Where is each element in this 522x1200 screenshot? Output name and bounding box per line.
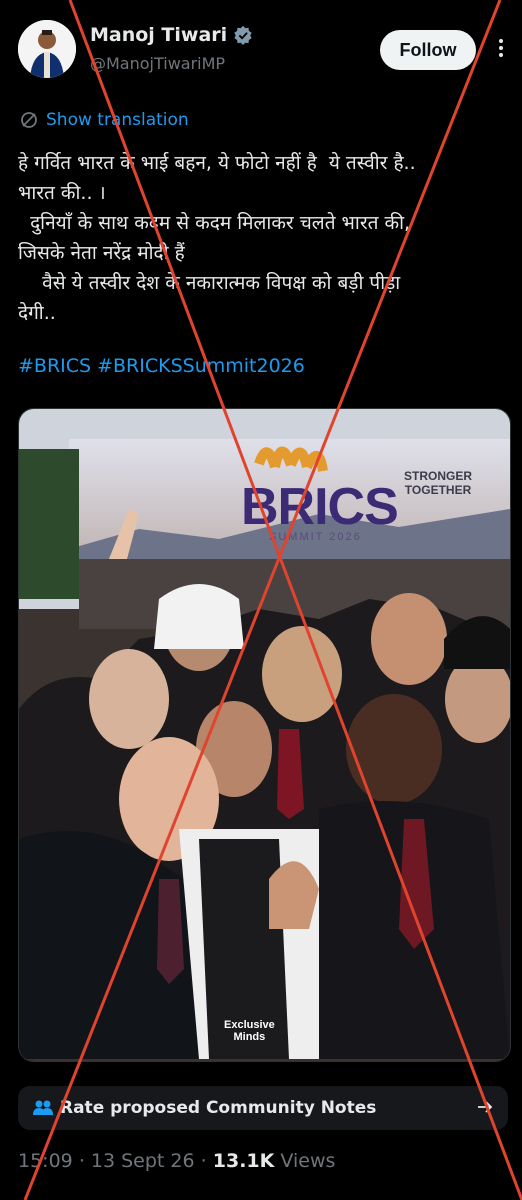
tweet-photo[interactable]: BRICS SUMMIT 2026 STRONGER TOGETHER Excl… bbox=[18, 408, 511, 1062]
hashtag-bricks-summit[interactable]: #BRICKSSummit2026 bbox=[97, 355, 305, 377]
meta-separator-2: · bbox=[200, 1150, 207, 1172]
community-notes-label[interactable]: Rate proposed Community Notes bbox=[60, 1098, 376, 1118]
people-icon bbox=[33, 1100, 53, 1115]
hashtag-list: #BRICS #BRICKSSummit2026 bbox=[18, 355, 311, 377]
show-translation-link[interactable]: Show translation bbox=[20, 110, 189, 130]
community-notes-button[interactable]: Rate proposed Community Notes bbox=[18, 1086, 508, 1130]
hashtag-brics[interactable]: #BRICS bbox=[18, 355, 91, 377]
verified-badge-icon bbox=[234, 25, 252, 45]
follow-button[interactable]: Follow bbox=[380, 30, 476, 70]
banner-brics-logo: BRICS bbox=[241, 478, 399, 536]
globe-slash-icon bbox=[21, 112, 37, 128]
author-name-row[interactable]: Manoj Tiwari bbox=[90, 24, 253, 46]
arrow-right-icon bbox=[478, 1101, 493, 1113]
tweet-time[interactable]: 15:09 bbox=[18, 1150, 73, 1172]
banner-summit-year: SUMMIT 2026 bbox=[269, 531, 362, 543]
views-count[interactable]: 13.1K bbox=[213, 1150, 275, 1172]
tweet-header: Manoj Tiwari @ManojTiwariMP Follow bbox=[0, 0, 522, 100]
tweet-meta: 15:09 · 13 Sept 26 · 13.1K Views bbox=[18, 1150, 335, 1172]
tweet-date[interactable]: 13 Sept 26 bbox=[91, 1150, 195, 1172]
watermark-line2: Minds bbox=[233, 1031, 266, 1043]
banner-slogan: STRONGER TOGETHER bbox=[404, 469, 472, 497]
watermark-line1: Exclusive bbox=[224, 1019, 275, 1031]
views-label: Views bbox=[280, 1150, 336, 1172]
tweet-text: हे गर्वित भारत के भाई बहन, ये फोटो नहीं … bbox=[18, 152, 416, 324]
author-handle[interactable]: @ManojTiwariMP bbox=[90, 54, 225, 73]
more-options-icon[interactable] bbox=[490, 36, 512, 64]
meta-separator-1: · bbox=[78, 1150, 85, 1172]
banner-slogan-line2: TOGETHER bbox=[404, 483, 472, 497]
show-translation-label[interactable]: Show translation bbox=[46, 110, 189, 130]
author-avatar[interactable] bbox=[18, 20, 76, 78]
author-name[interactable]: Manoj Tiwari bbox=[90, 24, 227, 46]
photo-watermark: Exclusive Minds bbox=[224, 1019, 275, 1043]
banner-slogan-line1: STRONGER bbox=[404, 469, 473, 483]
